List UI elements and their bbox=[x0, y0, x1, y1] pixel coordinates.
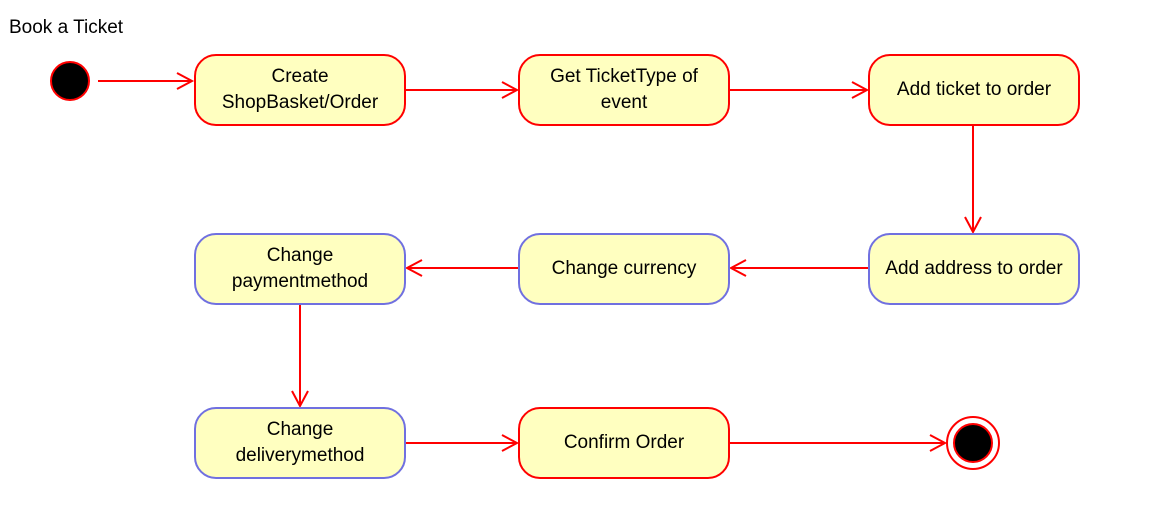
action-label: event bbox=[600, 92, 648, 113]
action-change-currency[interactable]: Change currency bbox=[518, 233, 730, 305]
edge-payment-to-delivery bbox=[291, 303, 309, 409]
action-label: Add ticket to order bbox=[896, 79, 1052, 100]
edge-confirm-to-final bbox=[729, 434, 948, 452]
action-change-deliverymethod[interactable]: Change deliverymethod bbox=[194, 407, 406, 479]
initial-node bbox=[50, 61, 90, 101]
action-label: Change currency bbox=[551, 258, 697, 279]
final-node bbox=[946, 416, 1000, 470]
edge-create-to-gettype bbox=[405, 81, 520, 99]
action-label: Change bbox=[266, 419, 334, 440]
action-label: Change bbox=[266, 245, 334, 266]
edge-addaddress-to-currency bbox=[728, 259, 868, 277]
action-label: paymentmethod bbox=[231, 271, 369, 292]
edge-delivery-to-confirm bbox=[405, 434, 520, 452]
action-add-address[interactable]: Add address to order bbox=[868, 233, 1080, 305]
action-label: Get TicketType of bbox=[550, 66, 698, 87]
action-label: deliverymethod bbox=[235, 445, 365, 466]
action-create-shopbasket[interactable]: Create ShopBasket/Order bbox=[194, 54, 406, 126]
action-get-tickettype[interactable]: Get TicketType of event bbox=[518, 54, 730, 126]
edge-initial-to-create bbox=[98, 72, 195, 90]
action-label: Confirm Order bbox=[563, 432, 685, 453]
action-add-ticket[interactable]: Add ticket to order bbox=[868, 54, 1080, 126]
edge-currency-to-payment bbox=[404, 259, 518, 277]
action-confirm-order[interactable]: Confirm Order bbox=[518, 407, 730, 479]
edge-gettype-to-addticket bbox=[729, 81, 870, 99]
action-label: Create bbox=[271, 66, 329, 87]
edge-addticket-to-addaddress bbox=[964, 125, 982, 235]
action-label: Add address to order bbox=[885, 258, 1063, 279]
action-change-paymentmethod[interactable]: Change paymentmethod bbox=[194, 233, 406, 305]
action-label: ShopBasket/Order bbox=[221, 92, 379, 113]
